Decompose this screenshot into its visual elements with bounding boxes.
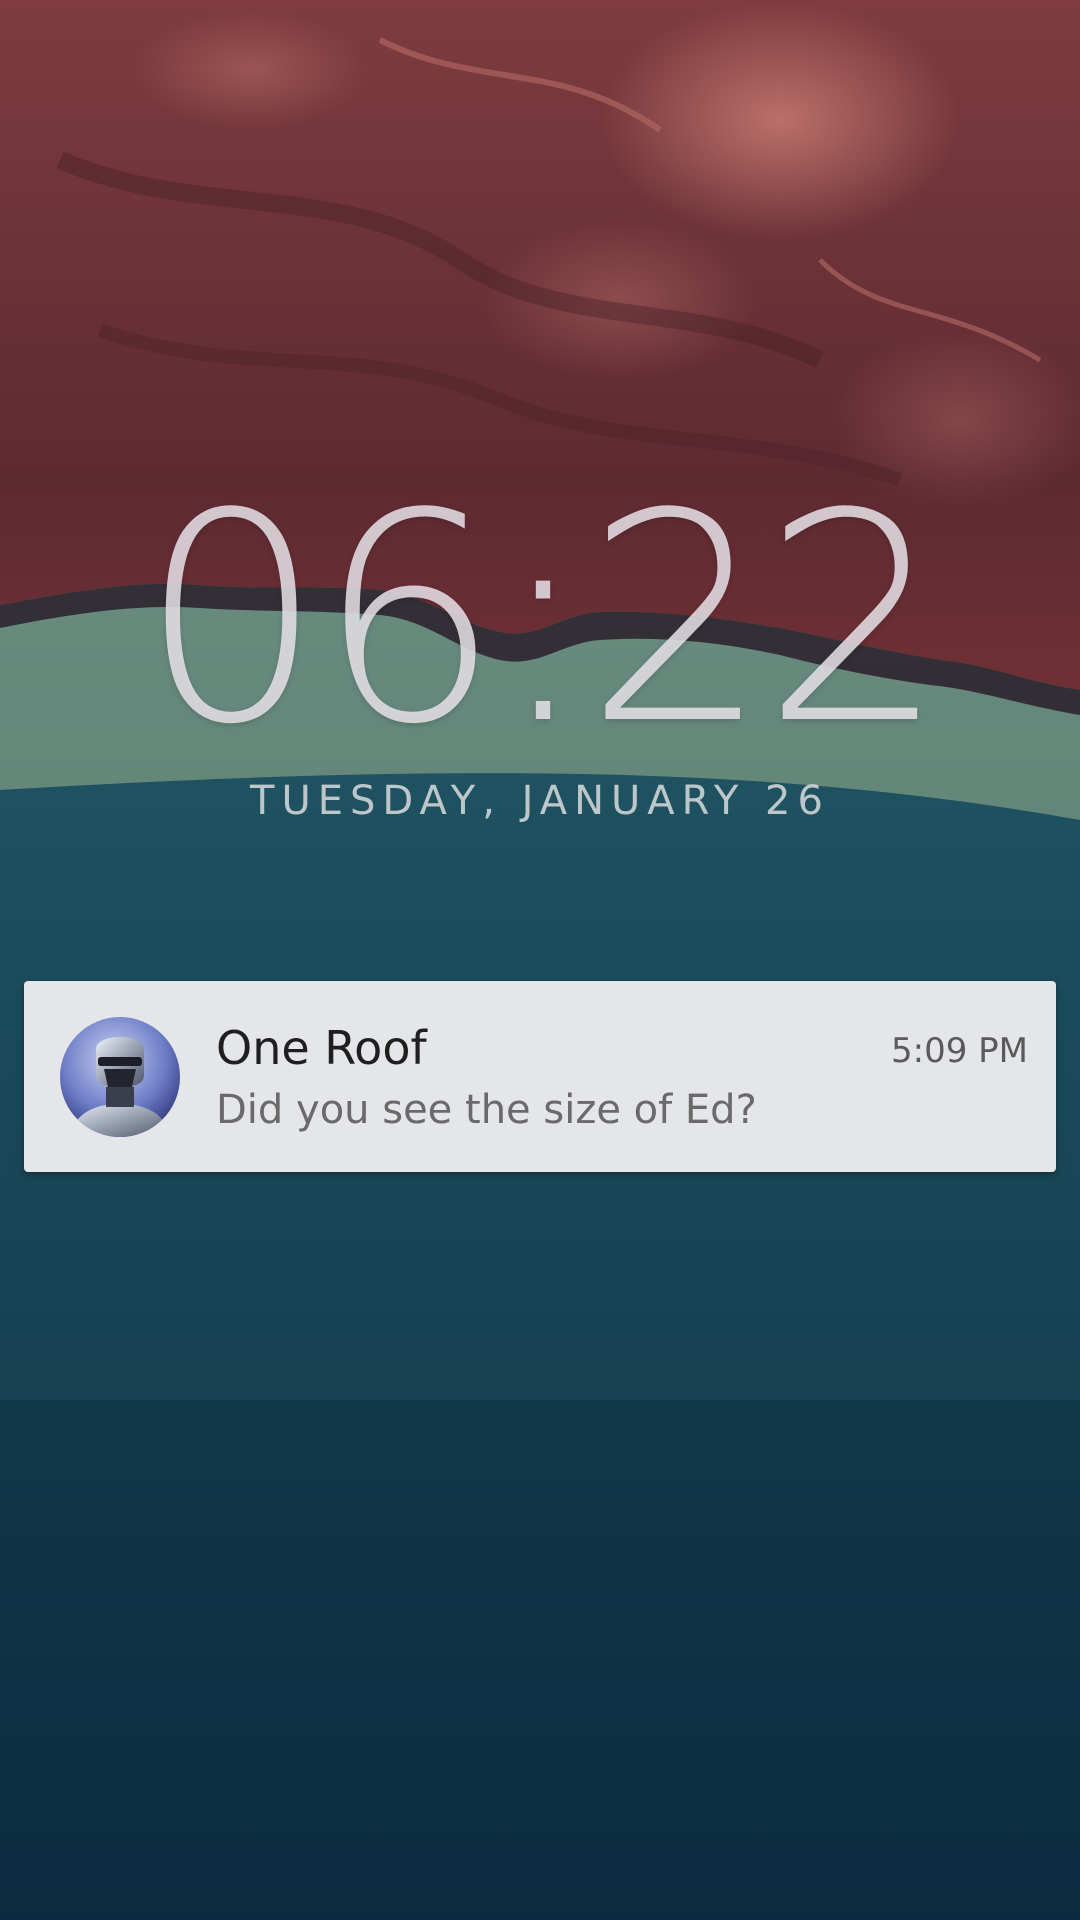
notification-time: 5:09 PM [891,1031,1028,1071]
lockscreen-clock: 06:22 [140,452,946,787]
notification-title: One Roof [216,1021,427,1075]
lock-screen: 06:22 TUESDAY, JANUARY 26 One Roof 5:09 … [0,0,1080,1920]
notification-card[interactable]: One Roof 5:09 PM Did you see the size of… [24,981,1056,1172]
lockscreen-date: TUESDAY, JANUARY 26 [250,778,830,824]
wallpaper-image [0,0,1080,1920]
robot-avatar-icon [60,1017,180,1137]
notification-message: Did you see the size of Ed? [216,1087,757,1133]
